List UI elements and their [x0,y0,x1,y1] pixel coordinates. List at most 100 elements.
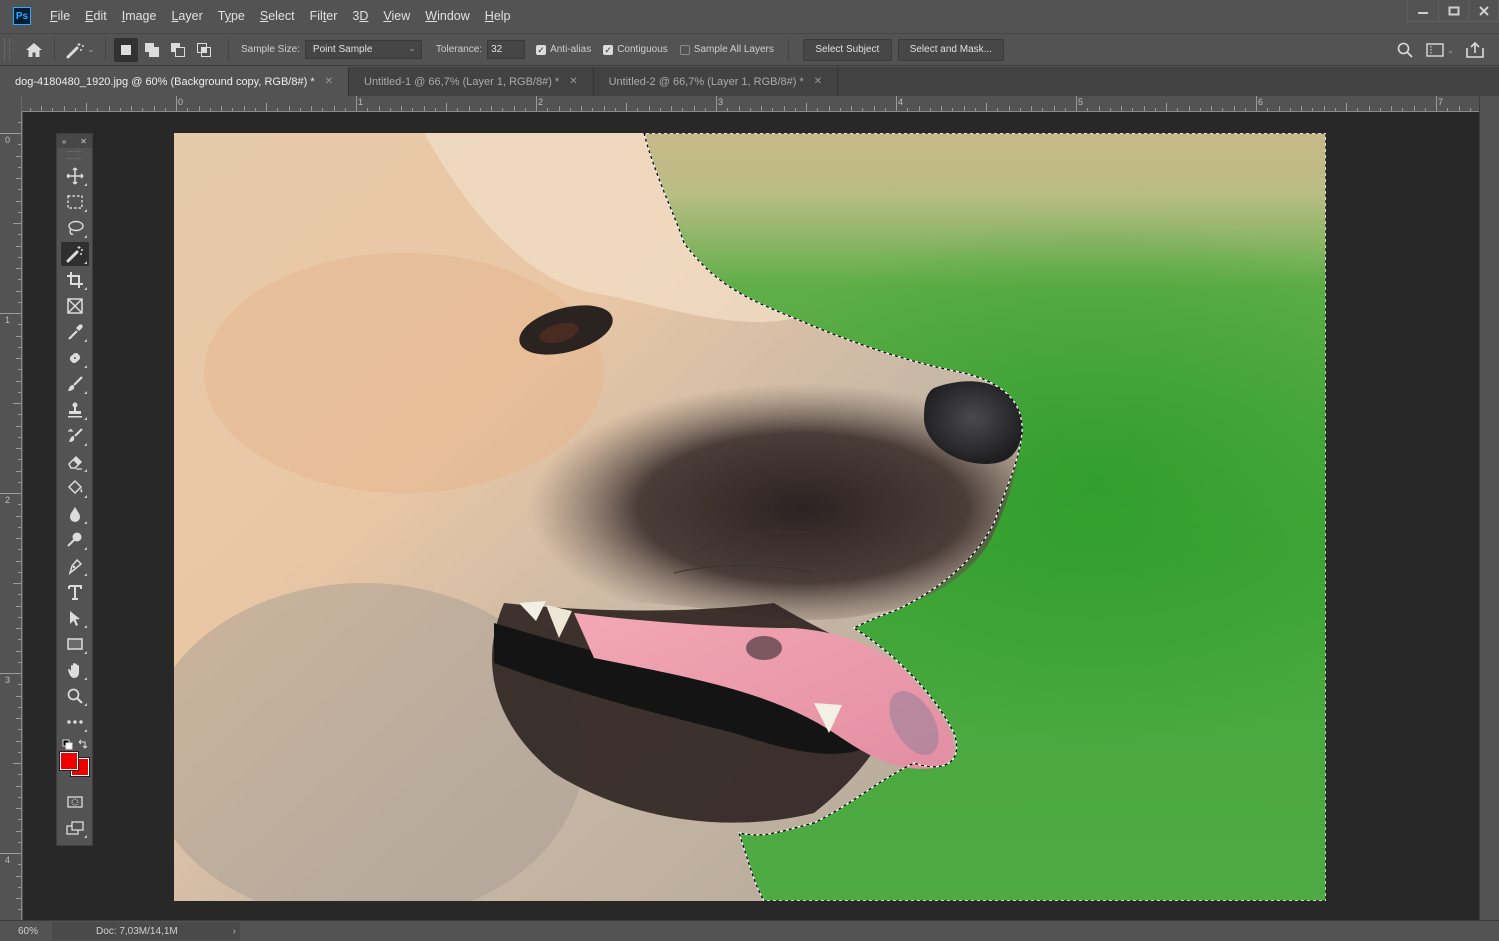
tools-panel-grip[interactable] [67,151,82,159]
type-tool[interactable] [61,580,89,604]
rectangle-tool[interactable] [61,632,89,656]
ruler-tick [1244,108,1246,111]
zoom-tool[interactable] [61,684,89,708]
select-and-mask-button[interactable]: Select and Mask... [897,38,1004,61]
close-tab-icon[interactable]: ✕ [325,76,333,87]
tools-panel-header[interactable]: » ✕ [57,134,92,148]
zoom-level-field[interactable]: 60% [0,926,52,937]
add-to-selection-button[interactable] [140,38,164,62]
tool-preset-picker[interactable]: ⌄ [63,38,97,62]
ruler-tick [16,178,21,179]
path-selection-tool[interactable] [61,606,89,630]
anti-alias-checkbox[interactable]: ✓ Anti-alias [536,44,591,55]
horizontal-ruler[interactable]: 0 1 2 3 4 5 6 7 [22,96,1479,112]
brush-tool[interactable] [61,372,89,396]
menu-window[interactable]: Window [425,9,469,23]
ruler-tick [86,103,87,111]
history-brush-icon [68,428,83,442]
ruler-tick [1267,108,1269,111]
sample-size-select[interactable]: Point Sample ⌄ [304,40,422,59]
menu-file[interactable]: File [50,9,70,23]
eyedropper-tool[interactable] [61,320,89,344]
sample-all-layers-checkbox[interactable]: Sample All Layers [679,44,774,55]
menu-filter[interactable]: Filter [310,9,338,23]
ruler-tick [626,103,627,111]
expand-panel-icon[interactable]: » [62,137,66,146]
close-tab-icon[interactable]: ✕ [569,76,577,87]
ruler-tick [1166,103,1167,111]
edit-toolbar[interactable] [61,710,89,734]
healing-brush-tool[interactable] [61,346,89,370]
magic-wand-tool[interactable] [61,242,89,266]
quick-mask-button[interactable] [61,790,89,814]
tool-group-indicator [84,443,87,446]
crop-tool[interactable] [61,268,89,292]
vertical-ruler[interactable]: 0 1 2 3 4 [0,112,22,920]
ruler-tick [1323,106,1325,111]
minimize-button[interactable] [1408,0,1438,21]
tab-label: Untitled-1 @ 66,7% (Layer 1, RGB/8#) * [364,75,560,88]
new-selection-button[interactable] [114,37,138,62]
home-button[interactable] [22,38,46,62]
menu-type[interactable]: Type [218,9,245,23]
ruler-tick [457,108,459,111]
menu-help[interactable]: Help [485,9,511,23]
ruler-tick [0,853,21,854]
ruler-tick [0,313,21,314]
menu-select[interactable]: Select [260,9,295,23]
rectangular-marquee-tool[interactable] [61,190,89,214]
screen-mode-icon [66,821,84,835]
frame-tool[interactable] [61,294,89,318]
blur-tool[interactable] [61,502,89,526]
screen-mode-button[interactable] [61,816,89,840]
tolerance-input[interactable]: 32 [487,40,526,59]
default-colors-icon[interactable] [61,739,89,751]
subtract-from-selection-button[interactable] [166,38,190,62]
share-button[interactable] [1463,38,1487,62]
menu-view[interactable]: View [383,9,410,23]
menu-layer[interactable]: Layer [171,9,202,23]
document-canvas[interactable] [174,133,1326,901]
ruler-tick [13,583,21,584]
paint-bucket-tool[interactable] [61,476,89,500]
ruler-origin[interactable] [0,96,22,112]
document-tab[interactable]: dog-4180480_1920.jpg @ 60% (Background c… [0,67,349,96]
chevron-right-icon[interactable]: › [233,926,236,937]
search-button[interactable] [1393,38,1417,62]
intersect-with-selection-button[interactable] [192,38,216,62]
workspace-switcher[interactable]: ⌄ [1423,38,1457,62]
ruler-tick [806,103,807,111]
tab-label: Untitled-2 @ 66,7% (Layer 1, RGB/8#) * [608,75,804,88]
hand-tool[interactable] [61,658,89,682]
contiguous-checkbox[interactable]: ✓ Contiguous [603,44,668,55]
options-bar-grip[interactable] [4,38,10,61]
menu-edit[interactable]: Edit [85,9,107,23]
document-tab[interactable]: Untitled-1 @ 66,7% (Layer 1, RGB/8#) * ✕ [349,67,594,96]
ruler-tick [277,108,279,111]
select-subject-button[interactable]: Select Subject [802,38,892,61]
ruler-tick [1289,108,1291,111]
tool-group-indicator [84,339,87,342]
document-info[interactable]: Doc: 7,03M/14,1M › [52,922,240,940]
menu-3d[interactable]: 3D [352,9,368,23]
ruler-tick [18,616,21,618]
hand-icon [68,663,79,678]
close-panel-icon[interactable]: ✕ [80,137,87,146]
ruler-tick [1143,106,1145,111]
ruler-tick [142,108,144,111]
clone-stamp-tool[interactable] [61,398,89,422]
foreground-color-swatch[interactable] [59,751,79,771]
close-tab-icon[interactable]: ✕ [814,76,822,87]
document-tab[interactable]: Untitled-2 @ 66,7% (Layer 1, RGB/8#) * ✕ [594,67,839,96]
lasso-tool[interactable] [61,216,89,240]
menu-image[interactable]: Image [122,9,157,23]
ruler-tick [16,650,21,652]
move-tool[interactable] [61,164,89,188]
pen-tool[interactable] [61,554,89,578]
eraser-tool[interactable] [61,450,89,474]
close-window-button[interactable] [1468,0,1498,21]
maximize-button[interactable] [1438,0,1468,21]
history-brush-tool[interactable] [61,424,89,448]
dodge-tool[interactable] [61,528,89,552]
ruler-tick [232,108,234,111]
